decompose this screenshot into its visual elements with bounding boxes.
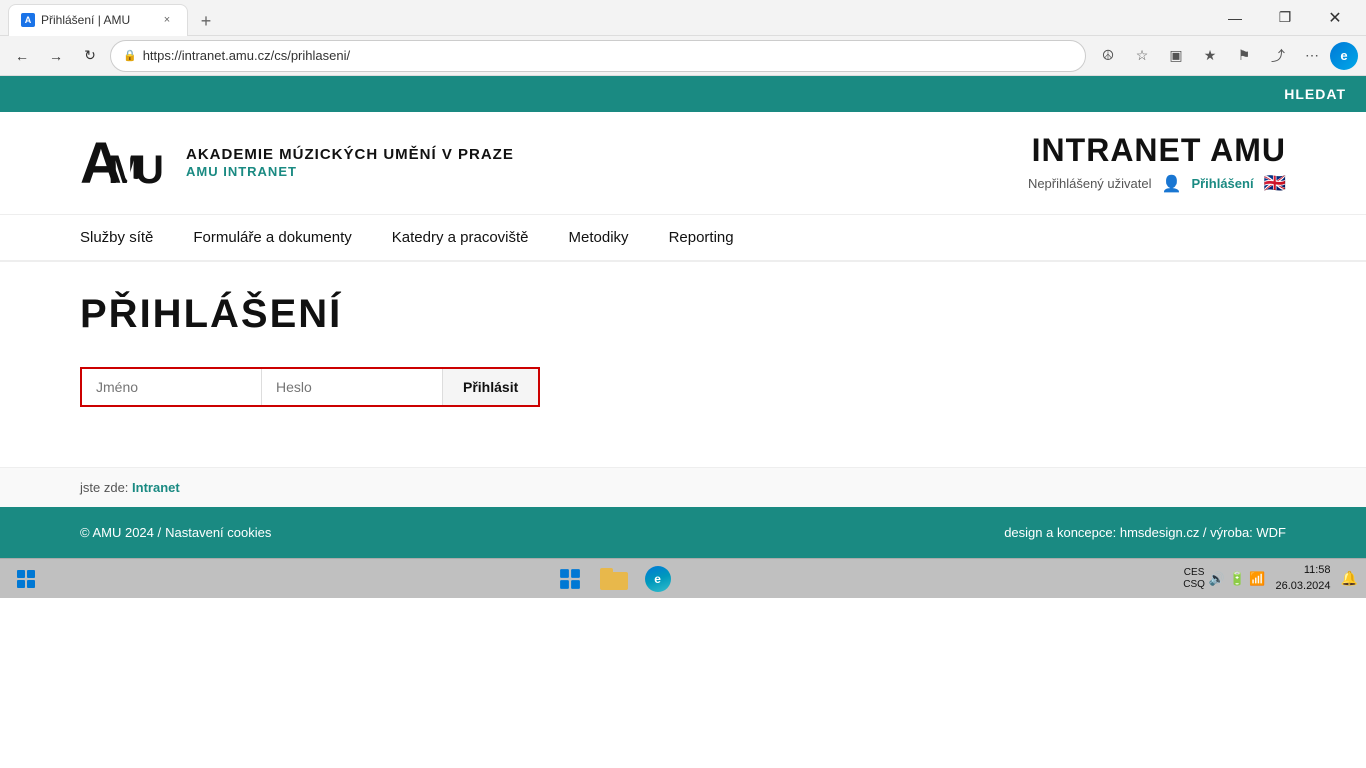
amu-logo: A M U U xyxy=(80,128,170,198)
user-status: Nepřihlášený uživatel xyxy=(1028,176,1152,191)
page-content: PŘIHLÁŠENÍ Přihlásit xyxy=(0,262,1366,467)
taskbar: e CESCSQ 🔊 🔋 📶 11:58 26.03.2024 🔔 xyxy=(0,558,1366,598)
taskbar-clock[interactable]: 11:58 26.03.2024 xyxy=(1275,563,1330,594)
page-title: PŘIHLÁŠENÍ xyxy=(80,292,1286,337)
taskbar-sys-icons: CESCSQ 🔊 🔋 📶 xyxy=(1183,567,1265,591)
tab-close-button[interactable]: × xyxy=(159,12,175,28)
logo-text: AKADEMIE MÚZICKÝCH UMĚNÍ V PRAZE AMU INT… xyxy=(186,146,514,181)
password-input[interactable] xyxy=(262,369,442,405)
nav-item-sluzby[interactable]: Služby sítě xyxy=(80,215,153,260)
login-button[interactable]: Přihlásit xyxy=(442,369,538,405)
lock-icon: 🔒 xyxy=(123,49,137,62)
win-logo-tr xyxy=(27,570,35,578)
taskbar-right: CESCSQ 🔊 🔋 📶 11:58 26.03.2024 🔔 xyxy=(1183,563,1358,594)
login-link[interactable]: Přihlášení xyxy=(1191,176,1253,191)
taskbar-lang: CESCSQ xyxy=(1183,567,1205,591)
language-flag[interactable]: 🇬🇧 xyxy=(1264,173,1286,194)
forward-button[interactable]: → xyxy=(42,42,70,70)
restore-button[interactable]: ❐ xyxy=(1262,2,1308,34)
taskbar-edge-icon[interactable]: e xyxy=(642,563,674,595)
intranet-title: INTRANET AMU xyxy=(1028,132,1286,169)
footer-cookies-link[interactable]: Nastavení cookies xyxy=(165,525,271,540)
tab-favicon: A xyxy=(21,13,35,27)
site-footer: © AMU 2024 / Nastavení cookies design a … xyxy=(0,507,1366,558)
new-tab-button[interactable]: + xyxy=(192,8,220,36)
back-button[interactable]: ← xyxy=(8,42,36,70)
win-logo-tl xyxy=(17,570,25,578)
windows-logo xyxy=(17,570,35,588)
breadcrumb-prefix: jste zde: xyxy=(80,480,128,495)
favorites-icon[interactable]: ★ xyxy=(1194,40,1226,72)
user-icon: 👤 xyxy=(1162,174,1182,194)
folder-shape xyxy=(600,568,628,590)
taskbar-time: 11:58 xyxy=(1275,563,1330,578)
taskbar-folder-icon[interactable] xyxy=(598,563,630,595)
svg-text:U: U xyxy=(135,148,164,192)
nav-link-formulare[interactable]: Formuláře a dokumenty xyxy=(193,215,351,260)
search-button[interactable]: HLEDAT xyxy=(1284,86,1346,102)
address-text: https://intranet.amu.cz/cs/prihlaseni/ xyxy=(143,48,350,63)
edge-copilot-icon[interactable]: e xyxy=(1330,42,1358,70)
win-logo-bl xyxy=(17,580,25,588)
taskbar-notification-icon[interactable]: 🔔 xyxy=(1341,570,1358,587)
footer-left: © AMU 2024 / Nastavení cookies xyxy=(80,525,271,540)
nav-link-metodiky[interactable]: Metodiky xyxy=(569,215,629,260)
share-icon[interactable]: ⤴ xyxy=(1262,40,1294,72)
top-bar: HLEDAT xyxy=(0,76,1366,112)
address-bar[interactable]: 🔒 https://intranet.amu.cz/cs/prihlaseni/ xyxy=(110,40,1086,72)
browser-tab[interactable]: A Přihlášení | AMU × xyxy=(8,4,188,36)
win-logo-br xyxy=(27,580,35,588)
refresh-button[interactable]: ↻ xyxy=(76,42,104,70)
collections-icon[interactable]: ⚑ xyxy=(1228,40,1260,72)
site-header: A M U U AKADEMIE MÚZICKÝCH UMĚNÍ V PRAZE… xyxy=(0,112,1366,215)
intranet-subtitle: AMU INTRANET xyxy=(186,164,297,179)
university-name: AKADEMIE MÚZICKÝCH UMĚNÍ V PRAZE xyxy=(186,146,514,163)
taskbar-battery-icon[interactable]: 🔋 xyxy=(1229,571,1245,587)
tab-title: Přihlášení | AMU xyxy=(41,13,153,27)
main-navigation: Služby sítě Formuláře a dokumenty Katedr… xyxy=(0,215,1366,262)
taskbar-left xyxy=(8,561,44,597)
login-form: Přihlásit xyxy=(80,367,540,407)
taskbar-center: e xyxy=(554,563,674,595)
nav-item-katedry[interactable]: Katedry a pracoviště xyxy=(392,215,529,260)
nav-item-reporting[interactable]: Reporting xyxy=(669,215,734,260)
footer-copyright: © AMU 2024 / xyxy=(80,525,161,540)
logo-area: A M U U AKADEMIE MÚZICKÝCH UMĚNÍ V PRAZE… xyxy=(80,128,514,198)
edge-logo: e xyxy=(645,566,671,592)
header-right: INTRANET AMU Nepřihlášený uživatel 👤 Při… xyxy=(1028,132,1286,194)
taskbar-windows-icon[interactable] xyxy=(554,563,586,595)
taskbar-volume-icon[interactable]: 🔊 xyxy=(1209,571,1225,587)
close-button[interactable]: ✕ xyxy=(1312,2,1358,34)
start-button[interactable] xyxy=(8,561,44,597)
nav-item-formulare[interactable]: Formuláře a dokumenty xyxy=(193,215,351,260)
reading-view-icon[interactable]: ☮ xyxy=(1092,40,1124,72)
nav-link-katedry[interactable]: Katedry a pracoviště xyxy=(392,215,529,260)
nav-link-reporting[interactable]: Reporting xyxy=(669,215,734,260)
taskbar-network-icon[interactable]: 📶 xyxy=(1249,571,1265,587)
breadcrumb-area: jste zde: Intranet xyxy=(0,467,1366,507)
tab-groups-icon[interactable]: ▣ xyxy=(1160,40,1192,72)
taskbar-date: 26.03.2024 xyxy=(1275,579,1330,594)
footer-design: design a koncepce: hmsdesign.cz / výroba… xyxy=(1004,525,1286,540)
nav-item-metodiky[interactable]: Metodiky xyxy=(569,215,629,260)
header-user-area: Nepřihlášený uživatel 👤 Přihlášení 🇬🇧 xyxy=(1028,173,1286,194)
minimize-button[interactable]: — xyxy=(1212,2,1258,34)
breadcrumb-link[interactable]: Intranet xyxy=(132,480,180,495)
more-options-icon[interactable]: ⋯ xyxy=(1296,40,1328,72)
username-input[interactable] xyxy=(82,369,262,405)
nav-link-sluzby[interactable]: Služby sítě xyxy=(80,215,153,260)
bookmark-icon[interactable]: ☆ xyxy=(1126,40,1158,72)
